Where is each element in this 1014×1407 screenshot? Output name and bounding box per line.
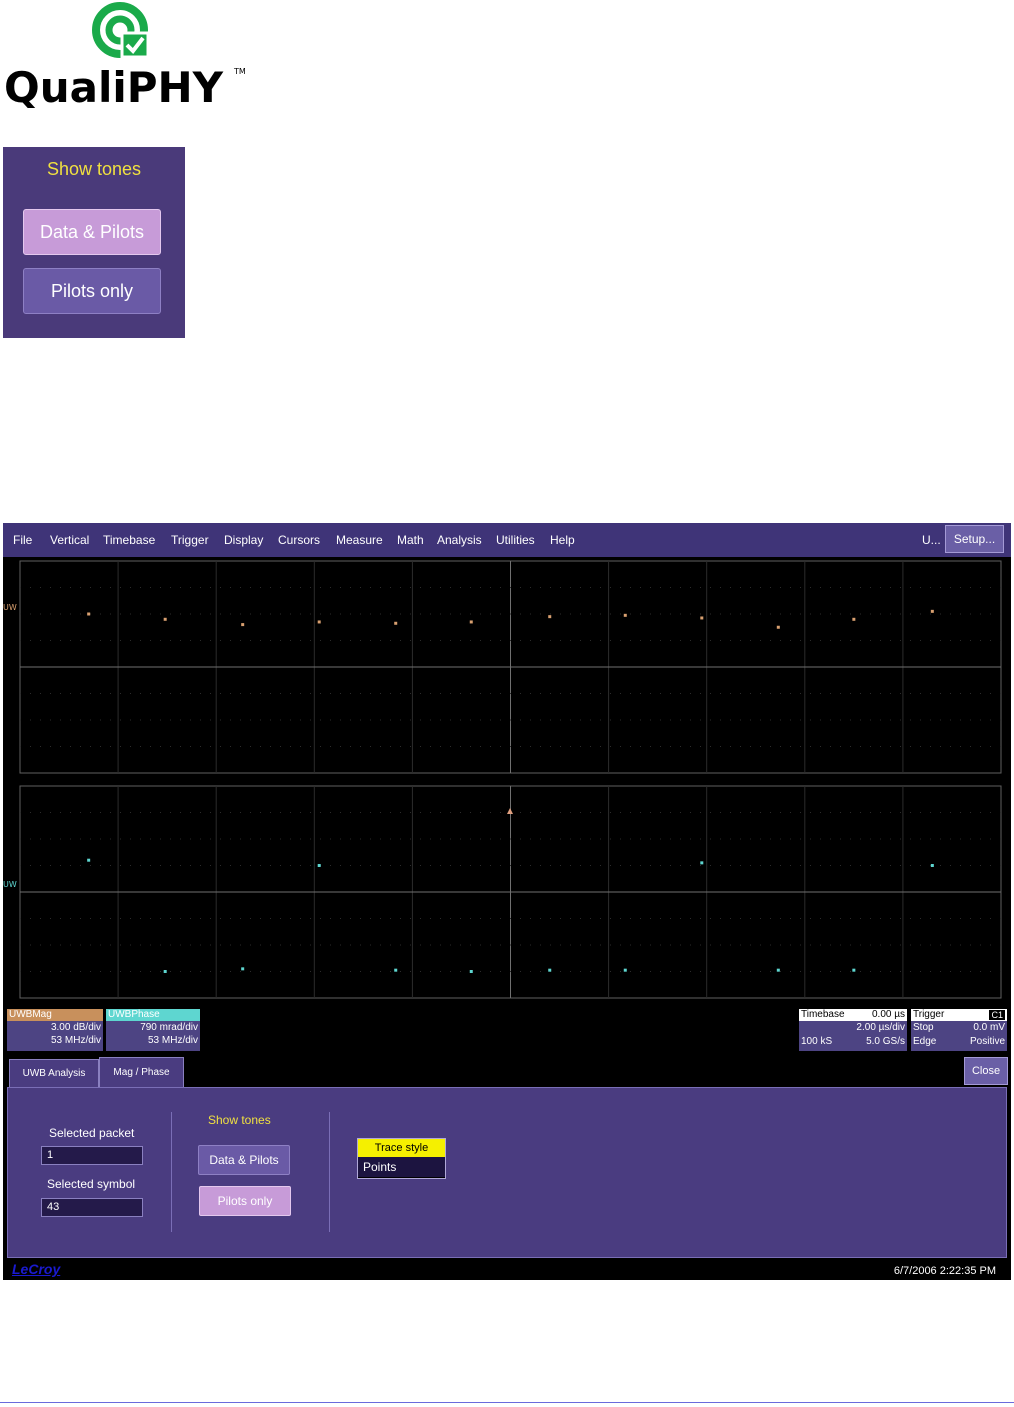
top-grid-data-point — [163, 617, 167, 621]
bottom-grid-data-point — [469, 970, 473, 973]
trigger-title: Trigger — [913, 1009, 945, 1020]
bottom-grid-data-point — [852, 968, 856, 972]
bottom-grid-data-point — [317, 864, 321, 867]
menu-trigger[interactable]: Trigger — [171, 533, 209, 547]
selected-symbol-label: Selected symbol — [47, 1177, 136, 1191]
pilots-only-button[interactable]: Pilots only — [23, 268, 161, 314]
trace-bottom-label: UW — [3, 880, 17, 889]
panel-divider-2 — [329, 1112, 330, 1232]
top-grid-data-point — [930, 609, 934, 613]
trigger-level: 0.0 mV — [973, 1022, 1005, 1033]
top-grid-data-point — [317, 620, 321, 624]
tab-uwb-analysis[interactable]: UWB Analysis — [9, 1059, 99, 1087]
qualiphy-logo: QualiPHY TM — [0, 0, 250, 112]
top-grid-data-point — [852, 617, 856, 621]
menu-file[interactable]: File — [13, 533, 32, 547]
selected-packet-field[interactable]: 1 — [41, 1146, 143, 1165]
qualiphy-logo-graphic: QualiPHY TM — [4, 2, 246, 112]
top-grid-data-point — [241, 623, 245, 627]
timebase-samples: 100 kS — [801, 1036, 833, 1047]
trigger-channel: C1 — [989, 1010, 1005, 1020]
tab-strip: UWB Analysis Mag / Phase Close — [3, 1055, 1011, 1087]
svg-text:TM: TM — [233, 67, 246, 76]
top-grid-data-point — [776, 625, 780, 629]
bottom-grid-data-point — [548, 968, 552, 972]
bottom-grid-data-point — [163, 970, 167, 973]
channel-uwbmag-hdiv: 53 MHz/div — [50, 1035, 101, 1046]
channel-uwbphase-hdiv: 53 MHz/div — [147, 1035, 198, 1046]
bottom-grid-data-point — [241, 967, 245, 971]
selected-packet-label: Selected packet — [49, 1126, 135, 1140]
channel-uwbphase-vdiv: 790 mrad/div — [140, 1022, 198, 1033]
timebase-title: Timebase — [801, 1009, 845, 1020]
mag-phase-panel: Selected packet 1 Selected symbol 43 Sho… — [7, 1087, 1007, 1258]
bottom-grid-data-point — [87, 858, 91, 862]
menu-bar: File Vertical Timebase Trigger Display C… — [3, 523, 1011, 557]
top-grid-data-point — [623, 613, 627, 617]
trigger-header: Trigger C1 — [911, 1009, 1007, 1021]
svg-text:QualiPHY: QualiPHY — [4, 63, 224, 110]
status-bar: LeCroy 6/7/2006 2:22:35 PM — [3, 1260, 1011, 1280]
panel-pilots-only-button[interactable]: Pilots only — [199, 1186, 291, 1216]
timebase-header: Timebase 0.00 µs — [799, 1009, 907, 1021]
trigger-mode: Stop — [913, 1022, 934, 1033]
grid-top — [19, 560, 1002, 774]
top-grid-data-point — [700, 616, 704, 620]
menu-cursors[interactable]: Cursors — [278, 533, 320, 547]
trigger-type: Edge — [913, 1036, 937, 1047]
top-grid-data-point — [548, 615, 552, 619]
waveform-grids: UW UW — [3, 557, 1011, 1038]
channel-uwbmag[interactable]: UWBMag 3.00 dB/div 53 MHz/div — [7, 1009, 103, 1051]
panel-data-pilots-button[interactable]: Data & Pilots — [198, 1145, 290, 1175]
oscilloscope-screen: File Vertical Timebase Trigger Display C… — [3, 523, 1011, 1280]
trigger-slope: Positive — [969, 1036, 1005, 1047]
timebase-div: 2.00 µs/div — [856, 1022, 905, 1033]
channel-uwbmag-vdiv: 3.00 dB/div — [50, 1022, 101, 1033]
panel-divider-1 — [171, 1112, 172, 1232]
trigger-box[interactable]: Trigger C1 Stop 0.0 mV Edge Positive — [911, 1009, 1007, 1051]
tab-mag-phase[interactable]: Mag / Phase — [99, 1057, 184, 1087]
trigger-marker-top-icon — [507, 808, 513, 814]
menu-utilities[interactable]: Utilities — [496, 533, 535, 547]
page-rule — [0, 1402, 1014, 1403]
show-tones-title: Show tones — [46, 159, 142, 179]
selected-symbol-field[interactable]: 43 — [41, 1198, 143, 1217]
data-pilots-button[interactable]: Data & Pilots — [23, 209, 161, 255]
menu-vertical[interactable]: Vertical — [50, 533, 89, 547]
trace-style-control[interactable]: Trace style Points — [357, 1138, 446, 1179]
menu-math[interactable]: Math — [397, 533, 424, 547]
top-grid-data-point — [469, 620, 473, 624]
trace-top-label: UW — [3, 603, 17, 612]
timebase-box[interactable]: Timebase 0.00 µs 2.00 µs/div 100 kS 5.0 G… — [799, 1009, 907, 1051]
bottom-grid-data-point — [930, 864, 934, 867]
channel-uwbphase-name: UWBPhase — [106, 1009, 200, 1021]
show-tones-label: Show tones — [208, 1113, 271, 1127]
channel-uwbmag-name: UWBMag — [7, 1009, 103, 1021]
bottom-grid-data-point — [394, 968, 398, 972]
status-datetime: 6/7/2006 2:22:35 PM — [893, 1265, 996, 1277]
timebase-rate: 5.0 GS/s — [866, 1036, 905, 1047]
top-grid-data-point — [87, 612, 91, 616]
channel-uwbphase[interactable]: UWBPhase 790 mrad/div 53 MHz/div — [106, 1009, 200, 1051]
top-grid-data-point — [394, 621, 398, 625]
menu-analysis[interactable]: Analysis — [437, 533, 482, 547]
lecroy-logo: LeCroy — [12, 1261, 61, 1277]
menu-display[interactable]: Display — [224, 533, 263, 547]
close-button[interactable]: Close — [964, 1057, 1008, 1085]
show-tones-zoom-panel: Show tones Data & Pilots Pilots only — [3, 147, 185, 338]
menu-measure[interactable]: Measure — [336, 533, 383, 547]
menu-timebase[interactable]: Timebase — [103, 533, 155, 547]
bottom-grid-data-point — [700, 861, 704, 865]
menu-help[interactable]: Help — [550, 533, 575, 547]
trace-style-value: Points — [358, 1157, 445, 1177]
bottom-grid-data-point — [776, 968, 780, 972]
timebase-offset: 0.00 µs — [871, 1009, 905, 1020]
waveform-grids-svg: UW UW — [3, 560, 1002, 1038]
bottom-grid-data-point — [623, 968, 627, 972]
setup-button[interactable]: Setup... — [945, 525, 1004, 553]
trace-style-label: Trace style — [358, 1139, 445, 1157]
grid-bottom — [19, 785, 1002, 999]
menu-u[interactable]: U... — [922, 533, 941, 547]
